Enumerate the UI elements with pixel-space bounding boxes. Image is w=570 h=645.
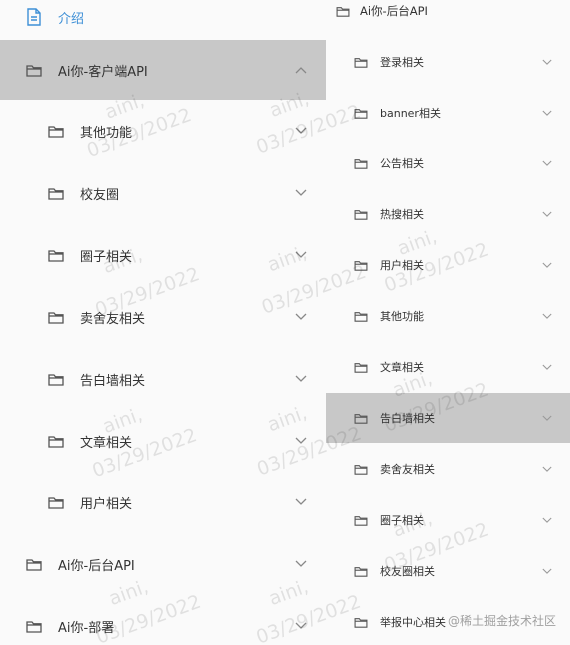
chevron-down-icon[interactable]	[541, 109, 552, 117]
nav-folder-label: Ai你-部署	[58, 620, 115, 636]
folder-icon	[354, 617, 368, 628]
nav-item-confession-wall[interactable]: 告白墙相关	[326, 393, 570, 443]
folder-icon	[48, 311, 64, 324]
chevron-down-icon[interactable]	[541, 363, 552, 371]
nav-item-hot-search[interactable]: 热搜相关	[326, 189, 570, 239]
nav-item-label: 其他功能	[80, 125, 133, 141]
nav-item-circle[interactable]: 圈子相关	[0, 225, 326, 285]
folder-icon	[26, 558, 42, 571]
chevron-down-icon[interactable]	[294, 497, 308, 507]
nav-folder-label: Ai你-后台API	[360, 4, 428, 18]
nav-item-alumni-circle[interactable]: 校友圈相关	[326, 546, 570, 596]
nav-item-other-features[interactable]: 其他功能	[326, 291, 570, 341]
folder-icon	[354, 209, 368, 220]
nav-item-label: 告白墙相关	[80, 373, 146, 389]
nav-item-label: 公告相关	[380, 157, 424, 170]
nav-item-label: 用户相关	[380, 259, 424, 272]
nav-item-label: 举报中心相关	[380, 616, 446, 629]
nav-item-other-features[interactable]: 其他功能	[0, 101, 326, 161]
nav-item-label: 圈子相关	[80, 249, 133, 265]
nav-item-label: 用户相关	[80, 496, 133, 512]
folder-icon	[48, 496, 64, 509]
nav-item-label: 登录相关	[380, 56, 424, 69]
chevron-down-icon[interactable]	[294, 188, 308, 198]
folder-icon	[354, 260, 368, 271]
folder-icon	[354, 108, 368, 119]
folder-icon	[48, 373, 64, 386]
chevron-down-icon[interactable]	[294, 312, 308, 322]
folder-icon	[354, 515, 368, 526]
chevron-down-icon[interactable]	[541, 414, 552, 422]
nav-item-label: 卖舍友相关	[380, 463, 435, 476]
folder-icon	[354, 57, 368, 68]
folder-icon	[26, 64, 42, 77]
chevron-down-icon[interactable]	[541, 58, 552, 66]
nav-item-login[interactable]: 登录相关	[326, 37, 570, 87]
nav-folder-deploy[interactable]: Ai你-部署	[0, 596, 326, 645]
chevron-up-icon[interactable]	[294, 65, 308, 75]
chevron-down-icon[interactable]	[294, 374, 308, 384]
nav-item-label: 其他功能	[380, 310, 424, 323]
folder-icon	[354, 566, 368, 577]
nav-item-intro[interactable]: 介绍	[0, 0, 326, 34]
chevron-down-icon[interactable]	[541, 465, 552, 473]
folder-icon	[48, 125, 64, 138]
document-icon	[26, 8, 42, 26]
nav-item-alumni-circle[interactable]: 校友圈	[0, 163, 326, 223]
nav-folder-admin-api[interactable]: Ai你-后台API	[0, 534, 326, 594]
folder-icon	[354, 311, 368, 322]
nav-item-users[interactable]: 用户相关	[326, 240, 570, 290]
nav-folder-client-api[interactable]: Ai你-客户端API	[0, 40, 326, 100]
nav-item-users[interactable]: 用户相关	[0, 472, 326, 532]
nav-item-articles[interactable]: 文章相关	[326, 342, 570, 392]
chevron-down-icon[interactable]	[541, 210, 552, 218]
folder-icon	[354, 362, 368, 373]
chevron-down-icon[interactable]	[294, 250, 308, 260]
nav-folder-label: Ai你-后台API	[58, 558, 135, 574]
folder-icon	[48, 435, 64, 448]
chevron-down-icon[interactable]	[541, 516, 552, 524]
nav-item-label: 卖舍友相关	[80, 311, 146, 327]
folder-icon	[354, 464, 368, 475]
nav-item-label: 圈子相关	[380, 514, 424, 527]
chevron-down-icon[interactable]	[541, 312, 552, 320]
folder-icon	[354, 158, 368, 169]
left-sidebar: 介绍 Ai你-客户端API 其他功能 校友圈 圈子相关 卖舍友相关 告白墙相关 …	[0, 0, 326, 645]
chevron-down-icon[interactable]	[294, 126, 308, 136]
nav-item-label: 校友圈	[80, 187, 120, 203]
chevron-down-icon[interactable]	[541, 567, 552, 575]
nav-folder-admin-api-header[interactable]: Ai你-后台API	[326, 0, 570, 36]
nav-item-label: 校友圈相关	[380, 565, 435, 578]
chevron-down-icon[interactable]	[294, 559, 308, 569]
nav-item-label: 文章相关	[80, 435, 133, 451]
chevron-down-icon[interactable]	[541, 159, 552, 167]
right-sidebar: Ai你-后台API 登录相关 banner相关 公告相关 热搜相关 用户相关 其…	[326, 0, 570, 645]
folder-icon	[48, 249, 64, 262]
nav-item-circle[interactable]: 圈子相关	[326, 495, 570, 545]
nav-item-banner[interactable]: banner相关	[326, 88, 570, 138]
nav-item-label: 介绍	[58, 11, 85, 27]
chevron-down-icon[interactable]	[294, 621, 308, 631]
chevron-down-icon[interactable]	[294, 436, 308, 446]
folder-icon	[26, 620, 42, 633]
nav-item-sell-roommate[interactable]: 卖舍友相关	[0, 287, 326, 347]
nav-item-articles[interactable]: 文章相关	[0, 411, 326, 471]
nav-item-confession-wall[interactable]: 告白墙相关	[0, 349, 326, 409]
folder-icon	[336, 6, 350, 17]
nav-item-label: 文章相关	[380, 361, 424, 374]
chevron-down-icon[interactable]	[541, 261, 552, 269]
nav-folder-label: Ai你-客户端API	[58, 64, 148, 80]
source-credit: @稀土掘金技术社区	[447, 614, 556, 628]
nav-item-label: 告白墙相关	[380, 412, 435, 425]
folder-icon	[48, 187, 64, 200]
nav-item-label: banner相关	[380, 107, 441, 120]
nav-item-announcements[interactable]: 公告相关	[326, 138, 570, 188]
folder-icon	[354, 413, 368, 424]
nav-item-sell-roommate[interactable]: 卖舍友相关	[326, 444, 570, 494]
nav-item-label: 热搜相关	[380, 208, 424, 221]
